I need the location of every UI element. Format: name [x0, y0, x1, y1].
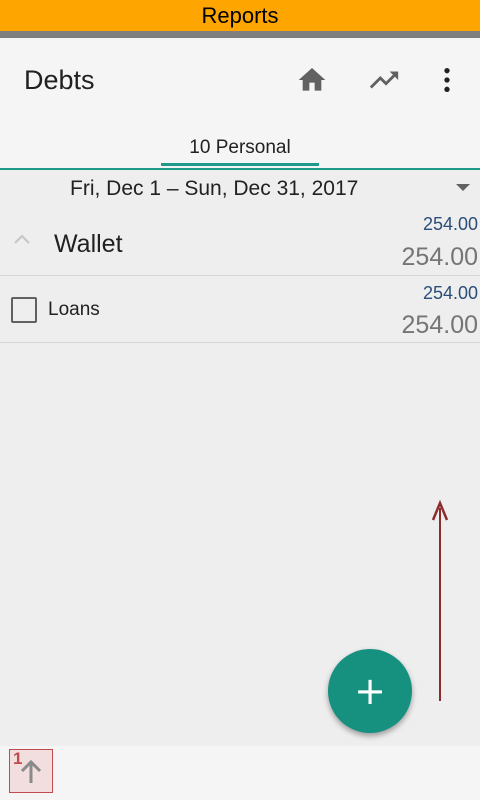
scroll-gesture-line — [439, 508, 441, 701]
account-row-wallet[interactable]: Wallet 254.00 254.00 — [0, 206, 480, 276]
chevron-up-icon[interactable] — [12, 232, 32, 246]
account-amount-bottom: 254.00 — [401, 243, 478, 271]
reports-banner-title: Reports — [201, 2, 279, 28]
page-title: Debts — [24, 65, 95, 95]
app-bar: Debts — [0, 38, 480, 122]
account-label: Wallet — [54, 230, 123, 258]
account-amount-bottom: 254.00 — [401, 311, 478, 339]
more-options-button[interactable] — [429, 62, 465, 98]
dropdown-arrow-icon — [456, 184, 470, 191]
trends-button[interactable] — [366, 62, 402, 98]
plus-icon: + — [354, 669, 386, 713]
reports-banner[interactable]: Reports — [0, 0, 480, 31]
sort-number: 1 — [13, 749, 23, 768]
trending-up-icon — [369, 71, 399, 89]
more-vert-icon — [444, 68, 450, 92]
banner-divider — [0, 31, 480, 38]
loans-checkbox[interactable] — [11, 297, 37, 323]
tab-indicator — [161, 163, 319, 166]
bottom-bar: 1 — [0, 746, 480, 800]
account-row-loans[interactable]: Loans 254.00 254.00 — [0, 276, 480, 343]
date-range-label: Fri, Dec 1 – Sun, Dec 31, 2017 — [70, 177, 359, 200]
home-button[interactable] — [294, 62, 330, 98]
add-fab-button[interactable]: + — [328, 649, 412, 733]
sort-button[interactable]: 1 — [9, 749, 53, 793]
date-range-selector[interactable]: Fri, Dec 1 – Sun, Dec 31, 2017 — [0, 170, 480, 206]
account-amount-top: 254.00 — [422, 283, 478, 303]
account-amount-top: 254.00 — [422, 214, 478, 234]
account-label: Loans — [48, 299, 100, 320]
tab-personal[interactable]: 10 Personal — [161, 122, 319, 168]
arrow-up-icon — [431, 500, 449, 521]
home-icon — [298, 68, 326, 91]
tab-bar: 10 Personal — [0, 122, 480, 170]
